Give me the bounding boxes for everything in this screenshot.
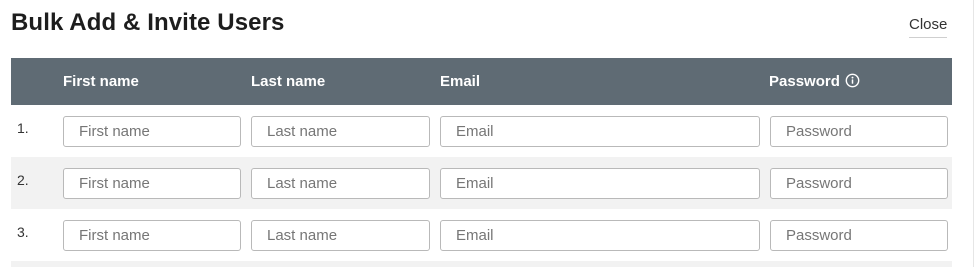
header-password-cell: Password	[769, 73, 860, 90]
email-input[interactable]	[440, 168, 760, 199]
first-name-input[interactable]	[63, 168, 241, 199]
first-name-input[interactable]	[63, 220, 241, 251]
header-last-name: Last name	[251, 73, 326, 90]
row-number: 1.	[17, 120, 29, 136]
users-table: First name Last name Email Password 1. 2…	[11, 58, 952, 267]
password-input[interactable]	[770, 220, 948, 251]
table-row: 3.	[11, 209, 952, 261]
header-password: Password	[769, 73, 840, 90]
close-button[interactable]: Close	[909, 16, 948, 38]
password-input[interactable]	[770, 116, 948, 147]
table-row: 2.	[11, 157, 952, 209]
header-first-name: First name	[63, 73, 139, 90]
header-email: Email	[440, 73, 481, 90]
row-number: 3.	[17, 224, 29, 240]
last-name-input[interactable]	[251, 116, 430, 147]
last-name-input[interactable]	[251, 220, 430, 251]
dialog-title: Bulk Add & Invite Users	[11, 9, 285, 36]
table-row-partial	[11, 261, 952, 267]
table-row: 1.	[11, 105, 952, 157]
last-name-input[interactable]	[251, 168, 430, 199]
row-number: 2.	[17, 172, 29, 188]
email-input[interactable]	[440, 116, 760, 147]
bulk-add-invite-dialog: Bulk Add & Invite Users Close First name…	[0, 0, 974, 267]
info-circle-icon[interactable]	[845, 73, 860, 88]
table-header: First name Last name Email Password	[11, 58, 952, 105]
password-input[interactable]	[770, 168, 948, 199]
first-name-input[interactable]	[63, 116, 241, 147]
email-input[interactable]	[440, 220, 760, 251]
